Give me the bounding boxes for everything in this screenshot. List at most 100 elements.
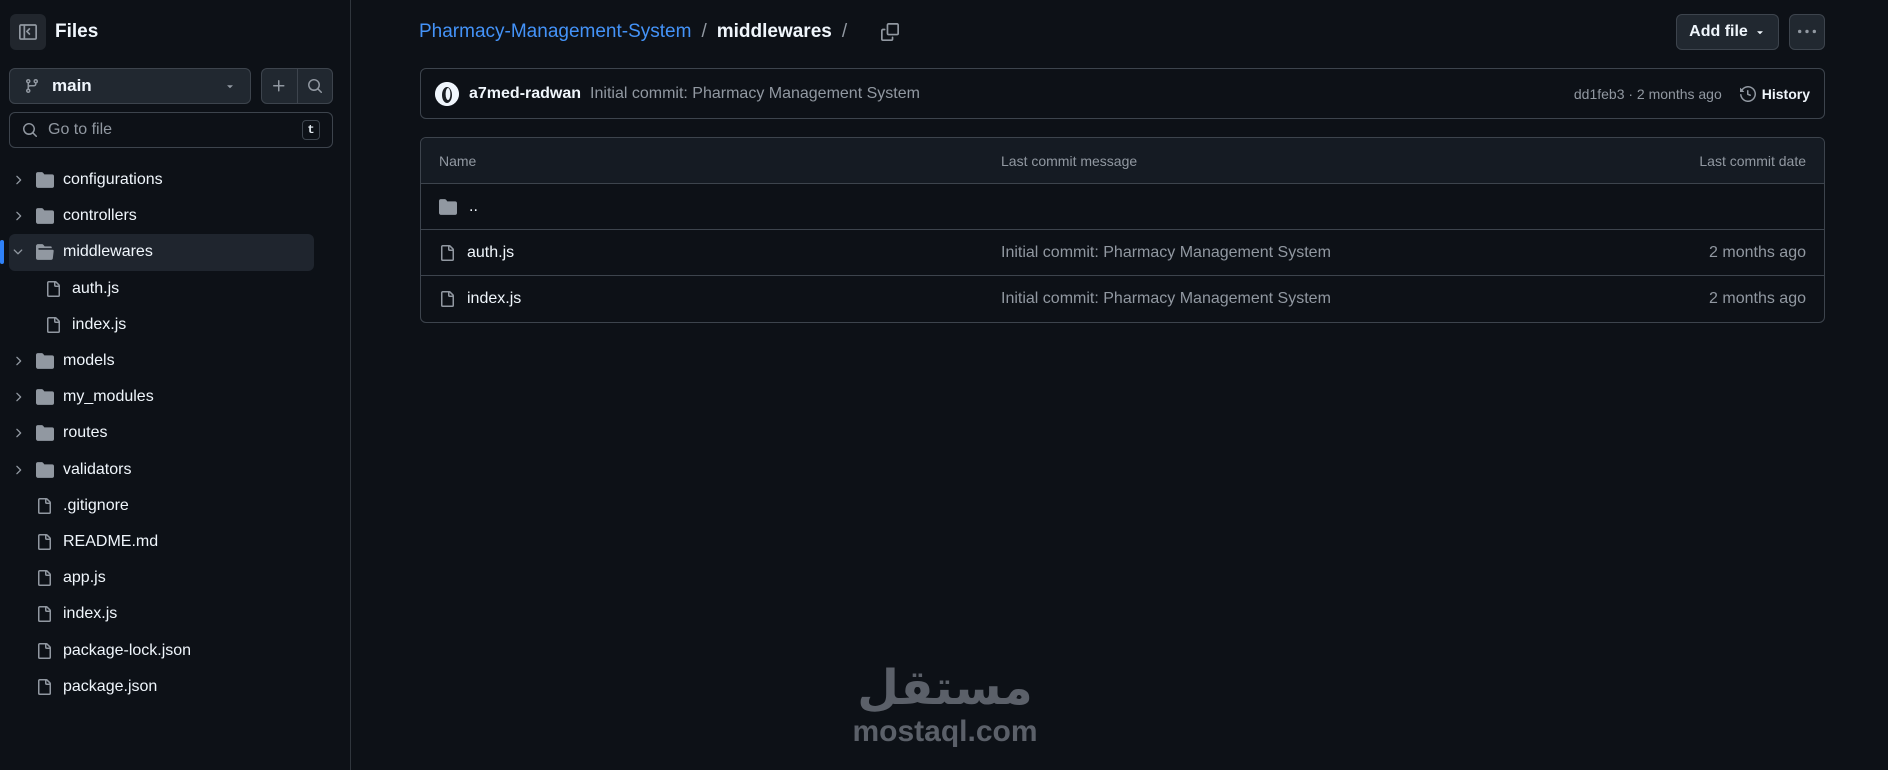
tree-item-label: models [63, 352, 115, 370]
parent-directory-row[interactable]: .. [421, 184, 1824, 230]
chevron-right-icon[interactable] [11, 463, 25, 477]
commit-date: 2 months ago [1709, 243, 1806, 261]
breadcrumb-separator: / [841, 21, 848, 42]
tree-item-label: index.js [63, 605, 118, 623]
latest-commit-bar: a7med-radwan Initial commit: Pharmacy Ma… [420, 68, 1825, 119]
tree-item-package-lock-json[interactable]: package-lock.json [0, 632, 351, 668]
tree-item-index-js[interactable]: index.js [0, 307, 351, 343]
tree-item-label: middlewares [63, 243, 153, 261]
parent-directory-link[interactable]: .. [469, 198, 478, 216]
tree-item-package-json[interactable]: package.json [0, 669, 351, 705]
plus-icon [271, 78, 287, 94]
folder-open-icon [36, 243, 54, 261]
mostaql-watermark: مستقل mostaql.com [840, 660, 1050, 756]
tree-item-validators[interactable]: validators [0, 452, 351, 488]
branch-selector[interactable]: main [9, 68, 251, 104]
tree-item-label: index.js [72, 315, 127, 333]
tree-item-gitignore[interactable]: .gitignore [0, 488, 351, 524]
avatar[interactable] [435, 81, 459, 106]
tree-item-models[interactable]: models [0, 343, 351, 379]
chevron-right-icon[interactable] [11, 209, 25, 223]
folder-icon [439, 198, 457, 216]
triangle-down-icon [1754, 26, 1766, 38]
git-branch-icon [24, 78, 40, 94]
breadcrumb-current-folder: middlewares [716, 21, 832, 42]
file-icon [36, 533, 52, 550]
chevron-down-icon[interactable] [11, 245, 25, 259]
copy-path-button[interactable] [881, 23, 900, 41]
chevron-right-icon[interactable] [11, 390, 25, 404]
go-to-file-input[interactable] [48, 121, 302, 139]
go-to-file-search: t [9, 112, 333, 148]
add-file-button[interactable]: Add file [1676, 14, 1779, 50]
file-icon [36, 606, 52, 623]
history-label: History [1761, 85, 1810, 102]
column-header-name: Name [439, 152, 477, 169]
sidebar-title: Files [55, 21, 99, 42]
parent-directory-cell: .. [439, 198, 478, 216]
folder-icon [36, 424, 54, 442]
file-icon [36, 642, 52, 659]
search-icon [22, 122, 38, 138]
shortcut-key-badge: t [302, 120, 320, 140]
tree-item-label: package-lock.json [63, 641, 192, 659]
tree-item-label: package.json [63, 677, 158, 695]
tree-item-app-js[interactable]: app.js [0, 560, 351, 596]
commit-sha-and-time[interactable]: dd1feb3 · 2 months ago [1574, 86, 1722, 102]
tree-item-label: app.js [63, 569, 106, 587]
tree-item-label: .gitignore [63, 496, 129, 514]
kebab-horizontal-icon [1798, 23, 1816, 41]
commit-message[interactable]: Initial commit: Pharmacy Management Syst… [590, 85, 1574, 103]
folder-icon [36, 352, 54, 370]
collapse-sidebar-button[interactable] [10, 14, 46, 50]
tree-item-label: configurations [63, 171, 163, 189]
table-header: Name Last commit message Last commit dat… [421, 138, 1824, 184]
chevron-right-icon[interactable] [11, 173, 25, 187]
tree-item-my-modules[interactable]: my_modules [0, 379, 351, 415]
commit-message-link[interactable]: Initial commit: Pharmacy Management Syst… [1001, 290, 1331, 308]
file-icon [439, 291, 455, 307]
tree-item-auth-js[interactable]: auth.js [0, 271, 351, 307]
tree-item-label: validators [63, 460, 132, 478]
sidebar-header: Files [10, 14, 98, 50]
commit-message-link[interactable]: Initial commit: Pharmacy Management Syst… [1001, 244, 1331, 262]
more-options-button[interactable] [1789, 14, 1825, 50]
tree-item-label: auth.js [72, 279, 120, 297]
tree-item-controllers[interactable]: controllers [0, 198, 351, 234]
table-row[interactable]: index.js Initial commit: Pharmacy Managem… [421, 276, 1824, 322]
tree-item-label: routes [63, 424, 108, 442]
tree-item-routes[interactable]: routes [0, 415, 351, 451]
copy-icon [881, 23, 900, 41]
search-icon [307, 78, 323, 94]
tree-item-index-js[interactable]: index.js [0, 596, 351, 632]
breadcrumb-repo-link[interactable]: Pharmacy-Management-System [419, 21, 691, 43]
add-file-label: Add file [1689, 23, 1748, 40]
search-code-button[interactable] [296, 69, 333, 103]
chevron-right-icon[interactable] [11, 354, 25, 368]
column-header-date: Last commit date [1699, 152, 1806, 169]
commit-author[interactable]: a7med-radwan [469, 85, 581, 103]
folder-icon [36, 388, 54, 406]
add-file-sidebar-button[interactable] [262, 69, 297, 103]
tree-item-label: controllers [63, 207, 137, 225]
tree-item-middlewares[interactable]: middlewares [0, 234, 314, 271]
history-button[interactable]: History [1739, 85, 1810, 102]
file-icon [45, 316, 61, 333]
breadcrumb-separator: / [701, 21, 707, 42]
file-name-link[interactable]: auth.js [467, 244, 514, 262]
watermark-latin-text: mostaql.com [852, 715, 1038, 748]
table-row[interactable]: auth.js Initial commit: Pharmacy Manageme… [421, 230, 1824, 276]
chevron-right-icon[interactable] [11, 426, 25, 440]
file-name-cell: auth.js [439, 244, 514, 262]
tree-item-configurations[interactable]: configurations [0, 162, 351, 198]
file-icon [36, 497, 52, 514]
breadcrumb: Pharmacy-Management-System / middlewares… [419, 18, 900, 46]
file-name-link[interactable]: index.js [467, 290, 521, 308]
history-icon [1739, 85, 1756, 102]
file-icon [36, 570, 52, 587]
file-icon [36, 678, 52, 695]
tree-item-readme-md[interactable]: README.md [0, 524, 351, 560]
tree-item-label: my_modules [63, 388, 154, 406]
watermark-arabic-text: مستقل [857, 660, 1033, 716]
commit-date: 2 months ago [1709, 290, 1806, 307]
